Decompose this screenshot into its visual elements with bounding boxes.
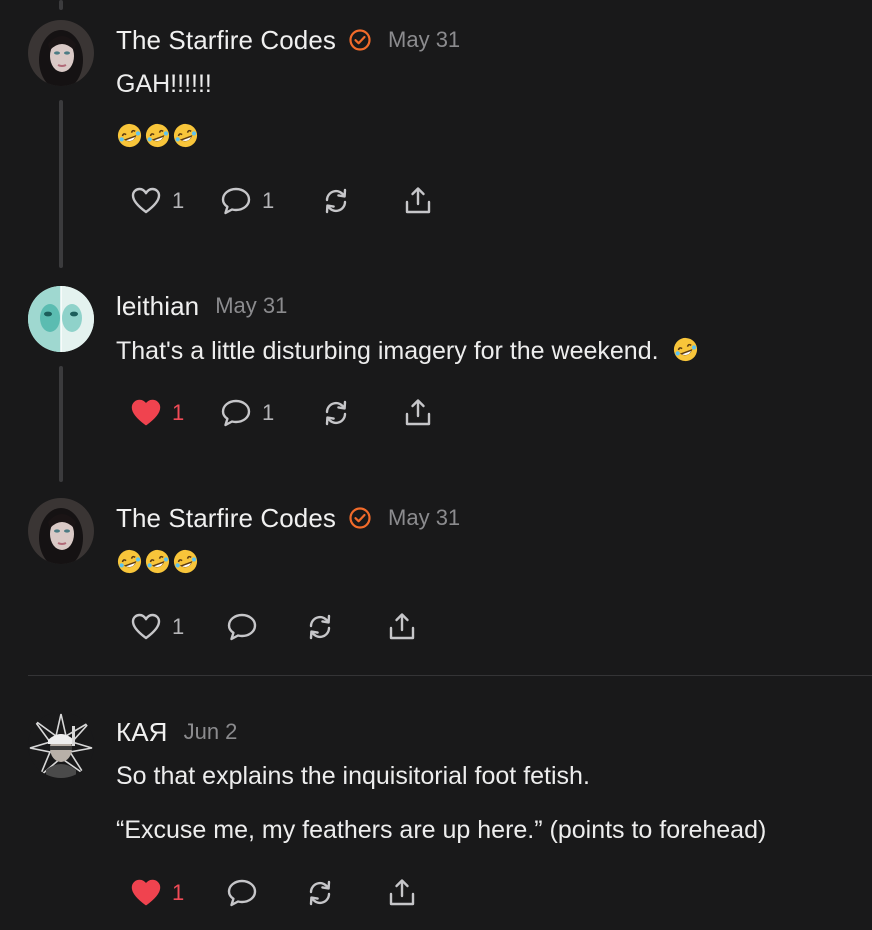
heart-icon [131,187,161,214]
reply-button[interactable] [226,610,258,644]
comment-date[interactable]: May 31 [215,293,287,319]
share-icon [389,879,415,906]
rolling-on-floor-laughing-icon [117,549,142,574]
avatar[interactable] [28,286,94,352]
comment-bubble-icon [227,879,257,907]
comment-bubble-icon [221,187,251,215]
thread-line [59,366,63,482]
comment-bubble-icon [221,399,251,427]
rolling-on-floor-laughing-icon [173,549,198,574]
author-name[interactable]: The Starfire Codes [116,503,336,534]
restack-button[interactable] [304,876,336,910]
comment-date[interactable]: Jun 2 [184,719,238,745]
comment-text: “Excuse me, my feathers are up here.” (p… [116,816,767,844]
share-icon [405,187,431,214]
avatar[interactable] [28,498,94,564]
comment-text: GAH!!!!!! [116,70,212,98]
restack-icon [309,880,331,906]
rolling-on-floor-laughing-icon [173,123,198,148]
thread-divider [28,675,872,676]
restack-button[interactable] [320,184,352,218]
heart-filled-icon [131,399,161,426]
reply-count: 1 [262,188,275,213]
comment-date[interactable]: May 31 [388,27,460,53]
share-button[interactable] [402,184,434,218]
share-button[interactable] [386,876,418,910]
share-button[interactable] [402,396,434,430]
rolling-on-floor-laughing-icon [117,123,142,148]
author-name[interactable]: The Starfire Codes [116,25,336,56]
author-name[interactable]: КАЯ [116,717,168,748]
comment-text: That's a little disturbing imagery for t… [116,336,699,366]
like-button[interactable]: 1 [130,610,184,644]
restack-icon [309,614,331,640]
reply-button[interactable]: 1 [220,184,274,218]
like-button[interactable]: 1 [130,876,184,910]
restack-icon [325,188,347,214]
rolling-on-floor-laughing-icon [673,337,697,362]
like-count: 1 [172,614,185,639]
like-count: 1 [172,400,185,425]
heart-icon [131,613,161,640]
thread-line [59,100,63,268]
reply-count: 1 [262,400,275,425]
comment-text-line: That's a little disturbing imagery for t… [116,337,659,365]
comment-bubble-icon [227,613,257,641]
share-icon [389,613,415,640]
emoji-row [116,122,199,149]
like-count: 1 [172,880,185,905]
author-name[interactable]: leithian [116,291,199,322]
restack-button[interactable] [304,610,336,644]
like-button[interactable]: 1 [130,396,184,430]
heart-filled-icon [131,879,161,906]
avatar[interactable] [28,712,94,778]
rolling-on-floor-laughing-icon [145,123,170,148]
reply-button[interactable]: 1 [220,396,274,430]
like-count: 1 [172,188,185,213]
restack-icon [325,400,347,426]
comment-text: So that explains the inquisitorial foot … [116,762,590,790]
verified-check-icon [349,29,371,51]
share-icon [405,399,431,426]
reply-button[interactable] [226,876,258,910]
verified-check-icon [349,507,371,529]
comment-date[interactable]: May 31 [388,505,460,531]
thread-line [59,0,63,10]
share-button[interactable] [386,610,418,644]
like-button[interactable]: 1 [130,184,184,218]
rolling-on-floor-laughing-icon [145,549,170,574]
avatar[interactable] [28,20,94,86]
emoji-row [116,548,199,575]
restack-button[interactable] [320,396,352,430]
